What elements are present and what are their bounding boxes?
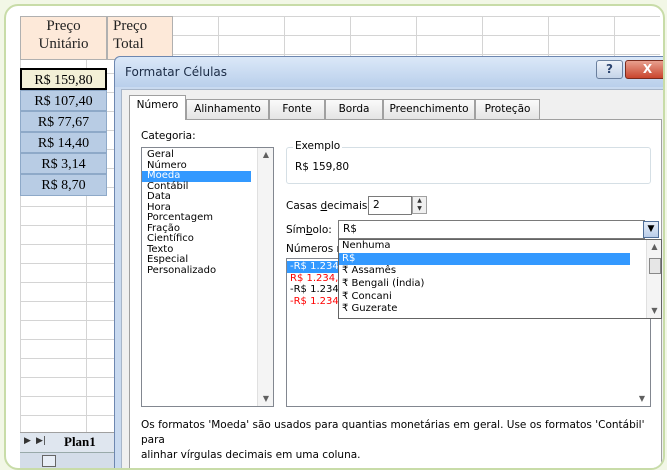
status-bar xyxy=(20,452,120,468)
category-list[interactable]: Geral Número Moeda Contábil Data Hora Po… xyxy=(141,147,274,407)
dialog-title: Formatar Células xyxy=(125,65,228,79)
scroll-down-arrow-icon[interactable]: ▼ xyxy=(634,392,650,406)
category-item[interactable]: Especial xyxy=(142,254,251,266)
tab-numero[interactable]: Número xyxy=(129,95,186,120)
cell-value[interactable]: R$ 14,40 xyxy=(20,132,107,153)
category-item[interactable]: Geral xyxy=(142,149,251,161)
symbol-label: Símbolo: xyxy=(286,224,332,236)
screenshot-frame: Preço Unitário Preço Total R$ 159,80 R$ … xyxy=(4,4,665,470)
symbol-option-selected[interactable]: R$ xyxy=(339,252,630,266)
format-cells-dialog: Formatar Células ? X Número Alinhamento … xyxy=(114,56,663,468)
symbol-dropdown-list[interactable]: Nenhuma R$ ₹ Assamês ₹ Bengali (Índia) ₹… xyxy=(338,239,662,319)
cell-value[interactable]: R$ 77,67 xyxy=(20,111,107,132)
category-item[interactable]: Data xyxy=(142,191,251,203)
cell-value[interactable]: R$ 107,40 xyxy=(20,90,107,111)
last-sheet-arrow-icon[interactable]: ▶| xyxy=(36,436,46,446)
tab-fonte[interactable]: Fonte xyxy=(269,99,325,119)
macro-record-icon[interactable] xyxy=(42,455,56,467)
close-button[interactable]: X xyxy=(625,60,663,79)
negative-format-item[interactable]: -R$ 1.234, xyxy=(287,284,342,296)
cell-value[interactable]: R$ 8,70 xyxy=(20,174,107,196)
negative-format-item[interactable]: -R$ 1.234 xyxy=(287,296,342,308)
symbol-select[interactable]: R$ xyxy=(338,220,645,239)
negative-numbers-label: Números n xyxy=(286,243,344,255)
negative-format-items: -R$ 1.234 R$ 1.234, -R$ 1.234, -R$ 1.234 xyxy=(287,261,342,307)
symbol-option[interactable]: ₹ Assamês xyxy=(339,265,661,278)
scroll-up-arrow-icon[interactable]: ▲ xyxy=(647,240,662,254)
numero-panel: Categoria: Geral Número Moeda Contábil D… xyxy=(129,119,662,468)
sheet-tab-plan1[interactable]: Plan1 xyxy=(64,434,96,450)
category-items: Geral Número Moeda Contábil Data Hora Po… xyxy=(142,149,251,277)
spin-up-icon[interactable]: ▲ xyxy=(413,197,426,205)
sheet-tabs-bar: ▶ ▶| Plan1 xyxy=(20,432,120,453)
negative-format-item-selected[interactable]: -R$ 1.234 xyxy=(287,261,340,273)
format-description: Os formatos 'Moeda' são usados para quan… xyxy=(141,419,645,461)
help-button[interactable]: ? xyxy=(596,60,623,79)
scroll-thumb[interactable] xyxy=(649,258,661,274)
symbol-option[interactable]: ₹ Bengali (Índia) xyxy=(339,278,661,291)
decimals-spinner[interactable]: ▲ ▼ xyxy=(412,196,427,214)
tab-protecao[interactable]: Proteção xyxy=(475,99,540,119)
first-sheet-arrow-icon[interactable]: ▶ xyxy=(24,436,31,446)
symbol-dropdown-scrollbar[interactable]: ▲ ▼ xyxy=(646,240,661,318)
symbol-option[interactable]: ₹ Concani xyxy=(339,291,661,304)
sample-value: R$ 159,80 xyxy=(295,161,350,173)
category-item-selected[interactable]: Moeda xyxy=(142,170,251,182)
decimals-input[interactable]: 2 xyxy=(368,196,412,215)
tab-borda[interactable]: Borda xyxy=(325,99,383,119)
tab-alinhamento[interactable]: Alinhamento xyxy=(186,99,269,119)
chevron-down-icon[interactable]: ▼ xyxy=(643,221,659,238)
symbol-option[interactable]: Nenhuma xyxy=(339,240,661,253)
scroll-up-arrow-icon[interactable]: ▲ xyxy=(258,148,274,162)
category-scrollbar[interactable]: ▲ ▼ xyxy=(257,148,273,406)
spin-down-icon[interactable]: ▼ xyxy=(413,205,426,213)
sample-group: Exemplo R$ 159,80 xyxy=(286,140,651,184)
symbol-option[interactable]: ₹ Guzerate xyxy=(339,303,661,316)
cell-value[interactable]: R$ 3,14 xyxy=(20,153,107,174)
header-preco-total[interactable]: Preço Total xyxy=(107,16,173,60)
category-item[interactable]: Porcentagem xyxy=(142,212,251,224)
cell-value[interactable]: R$ 159,80 xyxy=(20,68,107,90)
tab-preenchimento[interactable]: Preenchimento xyxy=(383,99,475,119)
header-preco-unitario[interactable]: Preço Unitário xyxy=(20,16,107,60)
scroll-down-arrow-icon[interactable]: ▼ xyxy=(647,304,662,318)
negative-format-item[interactable]: R$ 1.234, xyxy=(287,273,342,285)
decimals-label: Casas decimais: xyxy=(286,200,371,212)
category-item[interactable]: Personalizado xyxy=(142,265,251,277)
sample-label: Exemplo xyxy=(293,140,343,152)
dialog-titlebar[interactable]: Formatar Células ? X xyxy=(115,57,663,87)
dialog-body: Número Alinhamento Fonte Borda Preenchim… xyxy=(121,89,663,468)
category-label: Categoria: xyxy=(141,130,196,142)
scroll-down-arrow-icon[interactable]: ▼ xyxy=(258,392,274,406)
category-item[interactable]: Científico xyxy=(142,233,251,245)
